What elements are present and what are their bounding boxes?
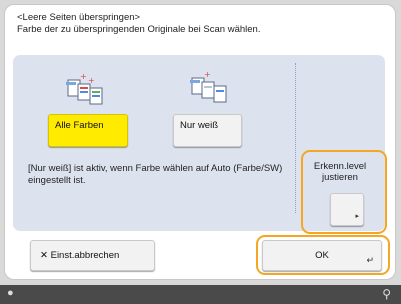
dialog-title: <Leere Seiten überspringen> Farbe der zu… [17, 12, 260, 36]
white-only-button[interactable]: Nur weiß [173, 114, 242, 147]
info-text: [Nur weiß] ist aktiv, wenn Farbe wählen … [28, 163, 283, 186]
panel-divider [295, 63, 296, 213]
svg-text:+: + [80, 72, 87, 81]
close-icon: ✕ [40, 250, 48, 261]
status-dot-icon: ● [7, 287, 14, 299]
status-bar: ● ⚲ [0, 285, 401, 304]
network-icon[interactable]: ⚲ [382, 287, 391, 301]
white-only-label: Nur weiß [180, 120, 219, 131]
all-colors-label: Alle Farben [55, 120, 104, 131]
detection-level-label-line-1: Erkenn.level [313, 161, 367, 172]
svg-text:+: + [88, 76, 95, 85]
detection-level-label: Erkenn.level justieren [310, 161, 370, 183]
detection-level-label-line-2: justieren [322, 172, 358, 183]
enter-icon: ↵ [366, 255, 374, 265]
dialog-title-line-1: <Leere Seiten überspringen> [17, 12, 141, 23]
ok-button[interactable]: OK ↵ [262, 240, 382, 271]
dialog-title-line-2: Farbe der zu überspringenden Originale b… [17, 24, 261, 35]
svg-text:+: + [204, 70, 211, 79]
white-documents-icon: + [190, 70, 227, 103]
ok-label: OK [315, 250, 329, 261]
detection-level-button[interactable]: ▸ [330, 193, 364, 226]
triangle-right-icon: ▸ [355, 213, 359, 220]
all-colors-button[interactable]: Alle Farben [48, 114, 128, 147]
multicolor-documents-icon: + + [66, 72, 103, 105]
cancel-settings-button[interactable]: ✕ Einst.abbrechen [30, 240, 155, 271]
cancel-settings-label: Einst.abbrechen [50, 250, 120, 261]
